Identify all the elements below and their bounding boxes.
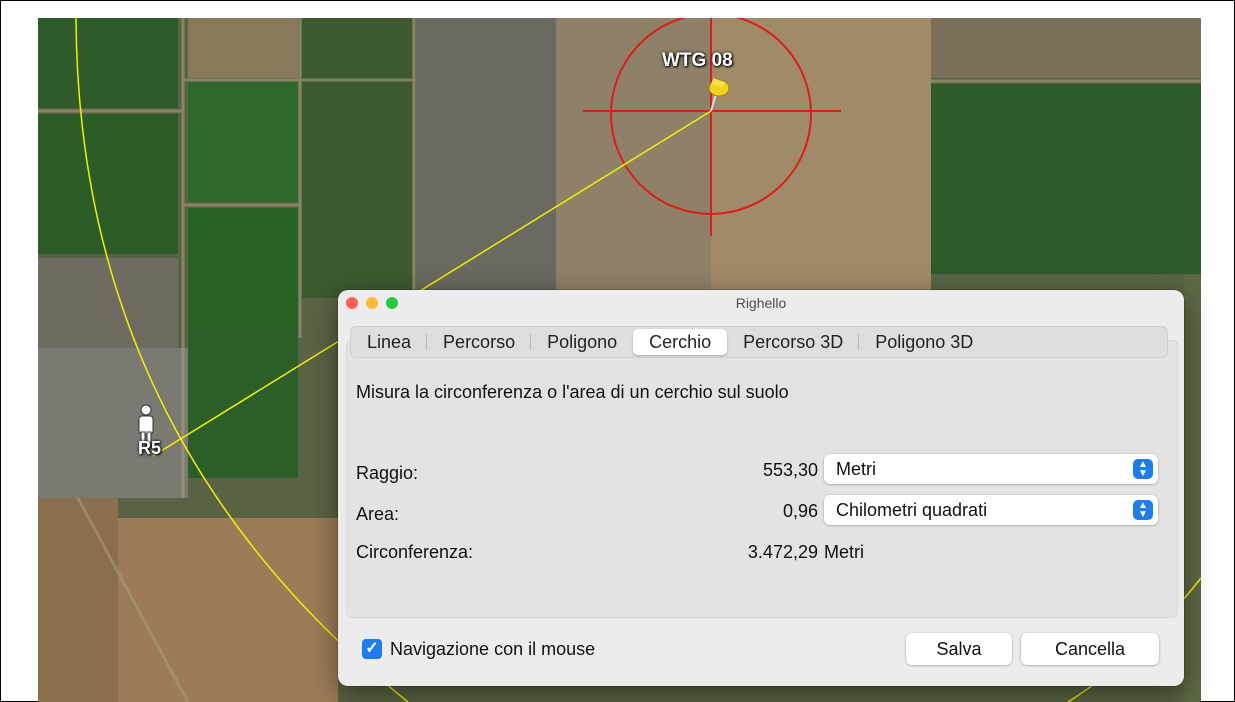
area-unit-value: Chilometri quadrati <box>836 500 988 520</box>
radius-label: Raggio: <box>356 463 419 483</box>
pin-label: WTG 08 <box>662 50 733 71</box>
titlebar[interactable]: Righello <box>338 290 1184 316</box>
person-label: R5 <box>138 438 162 458</box>
circumference-label: Circonferenza: <box>356 542 474 562</box>
mouse-navigation-checkbox[interactable]: ✓ <box>362 639 382 659</box>
tab-linea[interactable]: Linea <box>351 329 428 355</box>
save-button[interactable]: Salva <box>906 633 1012 665</box>
radius-unit-select[interactable]: Metri ▲ ▼ <box>824 454 1158 484</box>
description-text: Misura la circonferenza o l'area di un c… <box>356 382 789 402</box>
tab-cerchio[interactable]: Cerchio <box>633 329 728 355</box>
circumference-value: 3.472,29 <box>747 542 818 562</box>
mouse-navigation-label[interactable]: Navigazione con il mouse <box>390 639 595 660</box>
ruler-dialog: Righello Linea Percorso Poligono Cerchio… <box>338 290 1184 686</box>
circumference-unit: Metri <box>824 542 864 562</box>
area-value: 0,96 <box>782 501 818 521</box>
radius-value: 553,30 <box>762 460 818 480</box>
chevron-updown-icon: ▲ ▼ <box>1133 500 1153 520</box>
area-label: Area: <box>356 504 400 524</box>
tab-bar: Linea Percorso Poligono Cerchio Percorso… <box>350 326 1168 358</box>
window-title: Righello <box>735 295 787 311</box>
chevron-updown-icon: ▲ ▼ <box>1133 459 1153 479</box>
cancel-button[interactable]: Cancella <box>1021 633 1159 665</box>
area-unit-select[interactable]: Chilometri quadrati ▲ ▼ <box>824 495 1158 525</box>
radius-unit-value: Metri <box>836 459 876 479</box>
tab-percorso-3d[interactable]: Percorso 3D <box>727 329 860 355</box>
tab-percorso[interactable]: Percorso <box>427 329 532 355</box>
tab-poligono-3d[interactable]: Poligono 3D <box>859 329 989 355</box>
tab-poligono[interactable]: Poligono <box>531 329 633 355</box>
